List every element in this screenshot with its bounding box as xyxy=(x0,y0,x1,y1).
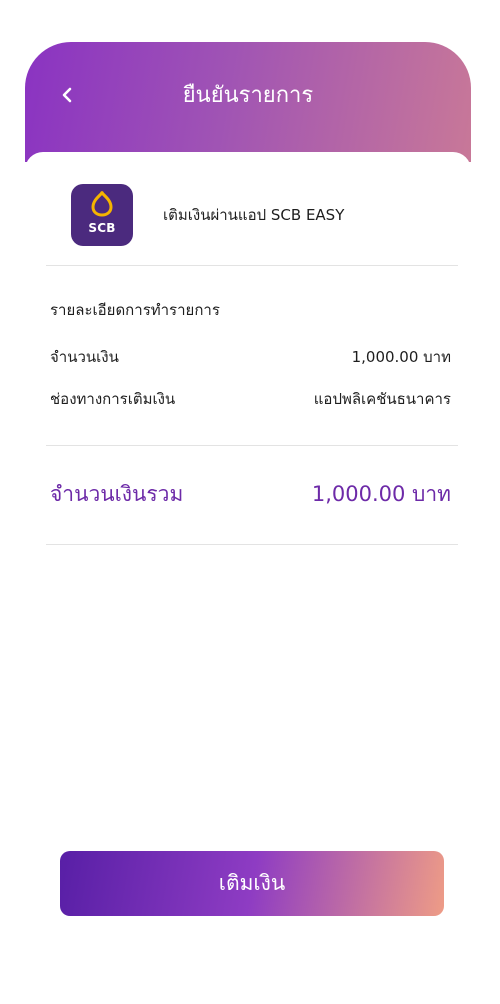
amount-label: จำนวนเงิน xyxy=(50,348,119,366)
section-title: รายละเอียดการทำรายการ xyxy=(50,301,220,319)
amount-row: จำนวนเงิน 1,000.00 บาท xyxy=(50,345,451,369)
divider xyxy=(46,445,458,446)
page-title: ยืนยันรายการ xyxy=(182,83,314,108)
confirm-transaction-screen: ยืนยันรายการ SCB เติมเงินผ่านแอป SCB EAS… xyxy=(0,0,500,1004)
total-value: 1,000.00 บาท xyxy=(311,482,451,506)
divider xyxy=(46,544,458,545)
channel-label: ช่องทางการเติมเงิน xyxy=(50,390,176,408)
divider xyxy=(46,265,458,266)
merchant-row: SCB เติมเงินผ่านแอป SCB EASY xyxy=(71,184,344,246)
merchant-name: เติมเงินผ่านแอป SCB EASY xyxy=(163,206,345,224)
total-row: จำนวนเงินรวม 1,000.00 บาท xyxy=(50,478,451,511)
topup-button[interactable]: เติมเงิน xyxy=(60,851,444,916)
channel-value: แอปพลิเคชันธนาคาร xyxy=(313,390,451,408)
total-label: จำนวนเงินรวม xyxy=(50,482,184,506)
amount-value: 1,000.00 บาท xyxy=(351,348,451,366)
channel-row: ช่องทางการเติมเงิน แอปพลิเคชันธนาคาร xyxy=(50,387,451,411)
scb-bell-icon xyxy=(91,190,113,217)
scb-logo-text: SCB xyxy=(88,221,116,235)
scb-logo: SCB xyxy=(71,184,133,246)
